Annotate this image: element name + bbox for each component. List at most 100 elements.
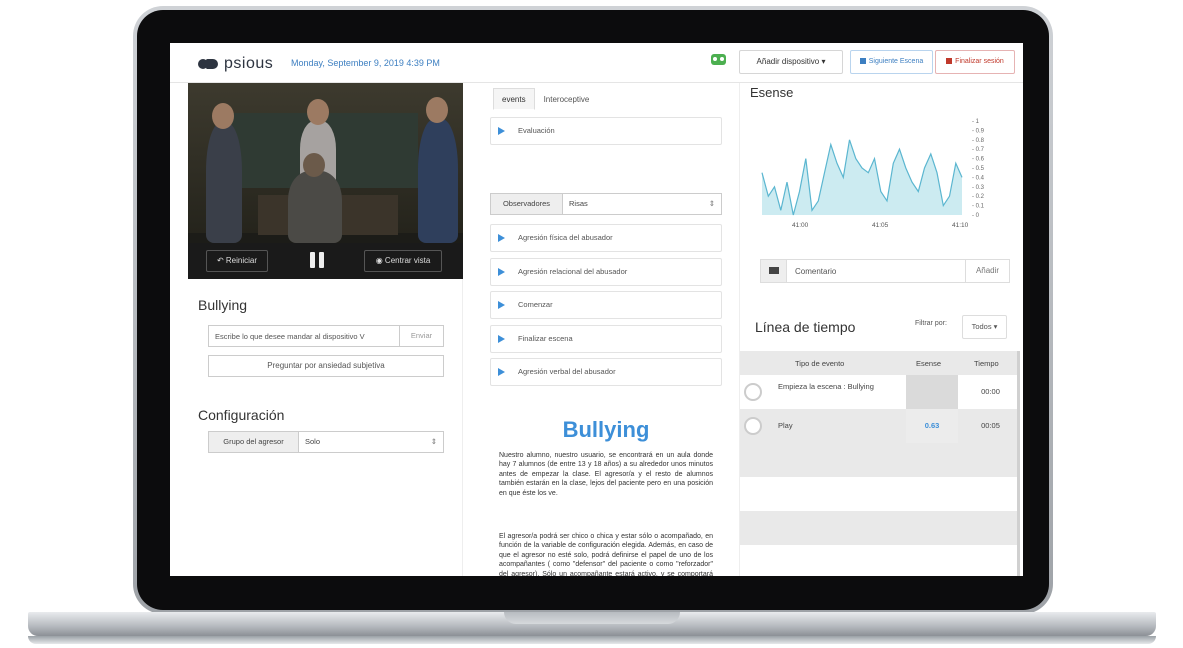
row-time: 00:00 [981, 387, 1000, 396]
play-icon [498, 368, 505, 376]
scrollbar[interactable] [1017, 351, 1020, 576]
laptop-notch [504, 612, 680, 624]
left-panel: ↶ Reiniciar ◉ Centrar vista Bullying Esc… [188, 83, 463, 576]
y-tick-label: - 0.9 [972, 128, 985, 134]
logo-mark-icon [198, 59, 218, 69]
empty-row [740, 477, 1020, 511]
student-head [303, 153, 325, 177]
y-tick-label: - 0.6 [972, 157, 985, 163]
event-item[interactable]: Agresión verbal del abusador [490, 358, 722, 386]
add-comment-button[interactable]: Añadir [965, 260, 1009, 282]
home-icon [744, 383, 762, 401]
add-device-button[interactable]: Añadir dispositivo ▾ [739, 50, 843, 74]
empty-row [740, 545, 1020, 576]
video-controls: ↶ Reiniciar ◉ Centrar vista [188, 243, 463, 279]
y-tick-label: - 0 [972, 213, 980, 219]
col-time: Tiempo [974, 359, 999, 368]
laptop-base-shadow [28, 636, 1156, 644]
center-view-button[interactable]: ◉ Centrar vista [364, 250, 442, 272]
tab-events[interactable]: events [493, 88, 535, 110]
laptop-bezel: psious Monday, September 9, 2019 4:39 PM… [137, 10, 1049, 610]
play-icon [498, 268, 505, 276]
event-item[interactable]: Agresión relacional del abusador [490, 258, 722, 286]
restart-icon: ↶ [216, 256, 226, 265]
event-tabs: events Interoceptive [493, 88, 598, 110]
timeline-title: Línea de tiempo [755, 319, 856, 335]
event-item[interactable]: Evaluación [490, 117, 722, 145]
play-circle-icon [744, 417, 762, 435]
empty-row [740, 511, 1020, 545]
esense-area [762, 139, 962, 215]
event-item[interactable]: Agresión física del abusador [490, 224, 722, 252]
send-button[interactable]: Enviar [399, 326, 443, 346]
top-bar: psious Monday, September 9, 2019 4:39 PM… [170, 43, 1023, 83]
doc-title: Bullying [562, 417, 650, 442]
logo-text: psious [224, 55, 274, 72]
end-session-label: Finalizar sesión [955, 58, 1004, 65]
y-tick-label: - 0.8 [972, 138, 985, 144]
y-tick-label: - 0.7 [972, 147, 985, 153]
student-figure [418, 119, 458, 243]
timeline-table: Tipo de evento Esense Tiempo Empieza la … [740, 351, 1020, 576]
row-event-type: Play [778, 421, 793, 430]
table-row[interactable]: Empieza la escena : Bullying 00:00 [740, 375, 1020, 409]
right-panel: Esense - 1 - 0.9 - 0.8 - 0.7 - 0.6 - 0.5 - 0.4… [740, 83, 1020, 576]
end-session-button[interactable]: Finalizar sesión [935, 50, 1015, 74]
aggressor-group-value: Solo [305, 437, 321, 446]
event-label: Finalizar escena [518, 334, 573, 343]
x-tick-label: 41:00 [792, 222, 809, 229]
scene-title: Bullying [198, 297, 248, 313]
session-datetime: Monday, September 9, 2019 4:39 PM [291, 58, 440, 68]
app-screen: psious Monday, September 9, 2019 4:39 PM… [170, 43, 1023, 576]
observers-select[interactable]: Observadores Risas ⇕ [490, 193, 722, 215]
laptop-lid: psious Monday, September 9, 2019 4:39 PM… [133, 6, 1053, 614]
laptop-mockup: psious Monday, September 9, 2019 4:39 PM… [0, 0, 1183, 648]
esense-chart: - 1 - 0.9 - 0.8 - 0.7 - 0.6 - 0.5 - 0.4 - 0.3 - … [761, 119, 985, 229]
student-figure [206, 123, 242, 243]
vr-headset-icon[interactable] [711, 54, 726, 65]
aggressor-group-label: Grupo del agresor [209, 432, 299, 452]
doc-paragraph: El agresor/a podrá ser chico o chica y e… [499, 533, 713, 576]
y-tick-label: - 0.4 [972, 175, 985, 181]
row-event-type: Empieza la escena : Bullying [778, 382, 874, 391]
aggressor-group-select[interactable]: Grupo del agresor Solo ⇕ [208, 431, 444, 453]
esense-cell [906, 375, 958, 409]
x-tick-label: 41:10 [952, 222, 969, 229]
y-tick-label: - 0.1 [972, 204, 985, 210]
event-label: Comenzar [518, 300, 553, 309]
comment-input[interactable]: Comentario Añadir [760, 259, 1010, 283]
event-label: Agresión verbal del abusador [518, 367, 616, 376]
restart-button[interactable]: ↶ Reiniciar [206, 250, 268, 272]
device-message-input[interactable]: Escribe lo que desee mandar al dispositi… [208, 325, 444, 347]
pause-icon[interactable] [310, 252, 324, 268]
middle-panel: events Interoceptive Evaluación Observad… [463, 83, 740, 576]
doc-paragraph: Nuestro alumno, nuestro usuario, se enco… [499, 452, 713, 497]
y-tick-label: - 1 [972, 119, 980, 125]
comment-placeholder: Comentario [795, 267, 837, 276]
event-label: Agresión física del abusador [518, 233, 613, 242]
center-view-label: Centrar vista [384, 256, 431, 265]
next-scene-label: Siguiente Escena [868, 58, 924, 65]
next-scene-button[interactable]: Siguiente Escena [850, 50, 933, 74]
select-arrows-icon: ⇕ [430, 437, 437, 446]
config-title: Configuración [198, 407, 285, 423]
play-icon [498, 335, 505, 343]
filter-dropdown[interactable]: Todos ▾ [962, 315, 1007, 339]
event-label: Agresión relacional del abusador [518, 267, 628, 276]
x-tick-label: 41:05 [872, 222, 889, 229]
student-head [307, 99, 329, 125]
event-item[interactable]: Comenzar [490, 291, 722, 319]
event-item[interactable]: Finalizar escena [490, 325, 722, 353]
play-icon [498, 234, 505, 242]
table-header: Tipo de evento Esense Tiempo [740, 351, 1020, 375]
tab-interoceptive[interactable]: Interoceptive [535, 88, 599, 110]
ask-anxiety-button[interactable]: Preguntar por ansiedad subjetiva [208, 355, 444, 377]
filter-label: Filtrar por: [915, 320, 947, 327]
eye-icon: ◉ [375, 256, 385, 265]
col-event-type: Tipo de evento [795, 359, 845, 368]
table-row[interactable]: Play 0.63 00:05 [740, 409, 1020, 443]
next-scene-icon [859, 58, 866, 65]
y-tick-label: - 0.3 [972, 185, 985, 191]
row-time: 00:05 [981, 421, 1000, 430]
vr-video-preview: ↶ Reiniciar ◉ Centrar vista [188, 83, 463, 279]
